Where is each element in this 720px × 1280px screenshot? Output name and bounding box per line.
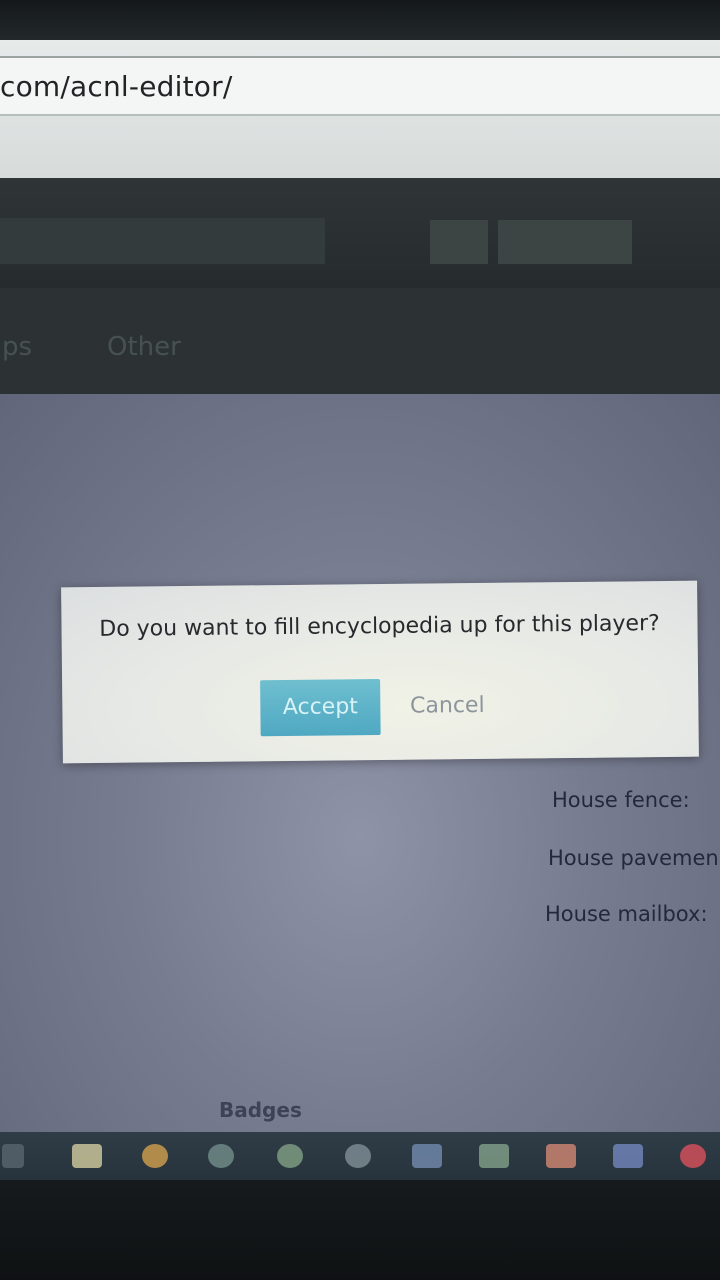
- task-view-icon[interactable]: [2, 1144, 24, 1168]
- house-pavement-label: House pavemen: [548, 846, 719, 870]
- file-explorer-icon[interactable]: [72, 1144, 102, 1168]
- house-fence-label: House fence:: [552, 788, 690, 812]
- word-icon[interactable]: [412, 1144, 442, 1168]
- monitor-bezel-top: [0, 0, 720, 40]
- taskbar: [0, 1132, 720, 1180]
- media-icon[interactable]: [345, 1144, 371, 1168]
- monitor-bezel-bottom: [0, 1180, 720, 1280]
- address-bar[interactable]: com/acnl-editor/: [0, 56, 720, 116]
- spotify-icon[interactable]: [277, 1144, 303, 1168]
- tab-shops[interactable]: ps: [2, 332, 32, 362]
- screen: com/acnl-editor/ ps Other House fence: H…: [0, 40, 720, 1180]
- header-button-1[interactable]: [430, 220, 488, 264]
- tab-other[interactable]: Other: [107, 332, 181, 362]
- gmail-icon[interactable]: [680, 1144, 706, 1168]
- powerpoint-icon[interactable]: [546, 1144, 576, 1168]
- confirm-dialog: Do you want to fill encyclopedia up for …: [61, 580, 699, 764]
- house-mailbox-label: House mailbox:: [545, 902, 708, 926]
- browser-toolbar: com/acnl-editor/: [0, 40, 720, 178]
- cancel-button[interactable]: Cancel: [397, 678, 498, 735]
- chrome-icon[interactable]: [142, 1144, 168, 1168]
- visual-studio-icon[interactable]: [613, 1144, 643, 1168]
- nav-bar: ps Other: [0, 288, 720, 394]
- site-header: [0, 178, 720, 288]
- app-icon[interactable]: [208, 1144, 234, 1168]
- excel-icon[interactable]: [479, 1144, 509, 1168]
- badges-heading: Badges: [219, 1098, 302, 1122]
- dialog-message: Do you want to fill encyclopedia up for …: [99, 611, 660, 642]
- header-button-2[interactable]: [498, 220, 632, 264]
- header-search-box[interactable]: [0, 218, 325, 264]
- address-url: com/acnl-editor/: [0, 70, 233, 103]
- accept-button[interactable]: Accept: [260, 678, 381, 737]
- editor-content: House fence: House pavemen House mailbox…: [0, 394, 720, 1134]
